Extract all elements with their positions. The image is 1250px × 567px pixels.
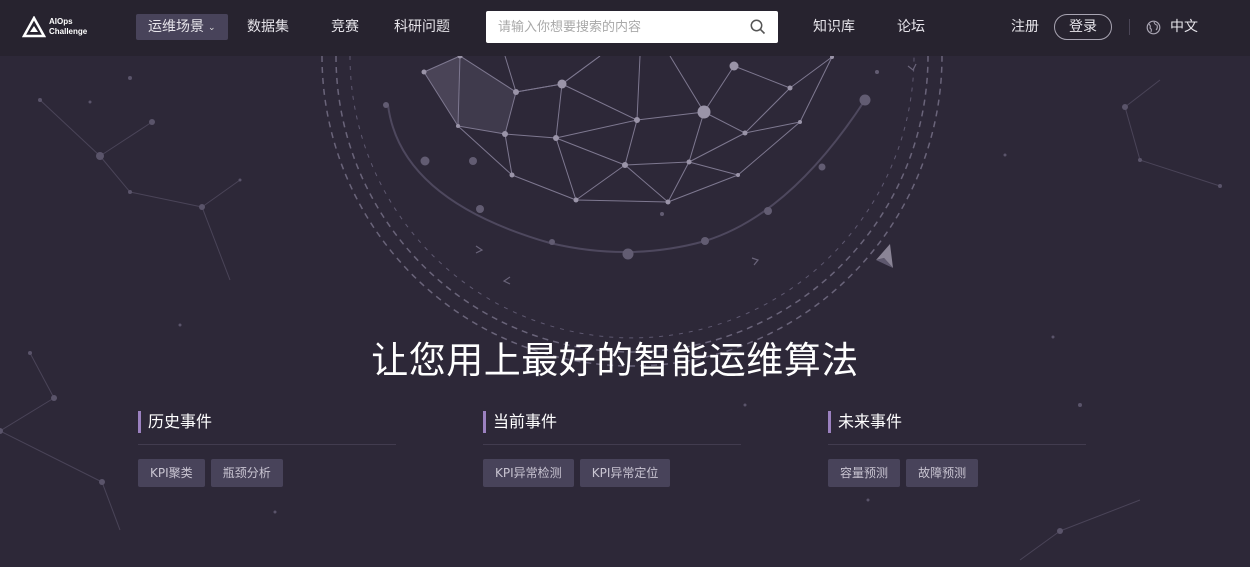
search-box <box>486 11 778 43</box>
section-history-events: 历史事件 KPI聚类 瓶颈分析 <box>138 411 396 487</box>
globe-icon[interactable] <box>1146 20 1161 35</box>
nav-item-competitions[interactable]: 竞赛 <box>331 14 359 40</box>
logo-text: AIOps Challenge <box>49 17 87 37</box>
login-button[interactable]: 登录 <box>1054 14 1112 40</box>
search-input[interactable] <box>496 11 740 43</box>
search-icon[interactable] <box>750 19 766 35</box>
section-divider <box>828 444 1086 445</box>
hero-title: 让您用上最好的智能运维算法 <box>371 339 859 382</box>
language-switcher[interactable]: 中文 <box>1170 14 1198 40</box>
section-divider <box>483 444 741 445</box>
logo-line-1: AIOps <box>49 17 73 26</box>
nav-item-ops-scenarios[interactable]: 运维场景 ⌄ <box>136 14 228 40</box>
nav-item-label: 运维场景 <box>148 19 204 35</box>
nav-item-knowledge-base[interactable]: 知识库 <box>813 14 855 40</box>
section-current-events: 当前事件 KPI异常检测 KPI异常定位 <box>483 411 741 487</box>
site-logo[interactable]: AIOps Challenge <box>22 14 102 42</box>
top-navigation-bar: AIOps Challenge 运维场景 ⌄ 数据集 竞赛 科研问题 知识库 论坛… <box>0 0 1250 56</box>
section-title: 历史事件 <box>138 411 396 433</box>
nav-item-research[interactable]: 科研问题 <box>394 14 450 40</box>
tag-bottleneck-analysis[interactable]: 瓶颈分析 <box>210 459 283 487</box>
logo-line-2: Challenge <box>49 27 88 36</box>
chevron-down-icon: ⌄ <box>208 23 216 33</box>
triangle-logo-icon <box>22 16 46 38</box>
tag-kpi-anomaly-detection[interactable]: KPI异常检测 <box>483 459 574 487</box>
tag-kpi-clustering[interactable]: KPI聚类 <box>138 459 205 487</box>
section-title: 当前事件 <box>483 411 741 433</box>
nav-divider <box>1129 19 1130 35</box>
section-title: 未来事件 <box>828 411 1086 433</box>
nav-item-forum[interactable]: 论坛 <box>897 14 925 40</box>
section-future-events: 未来事件 容量预测 故障预测 <box>828 411 1086 487</box>
tag-kpi-anomaly-localization[interactable]: KPI异常定位 <box>579 459 671 487</box>
nav-item-datasets[interactable]: 数据集 <box>247 14 289 40</box>
section-divider <box>138 444 396 445</box>
tag-failure-prediction[interactable]: 故障预测 <box>906 459 979 487</box>
register-link[interactable]: 注册 <box>1011 14 1039 40</box>
tag-capacity-forecast[interactable]: 容量预测 <box>828 459 901 487</box>
